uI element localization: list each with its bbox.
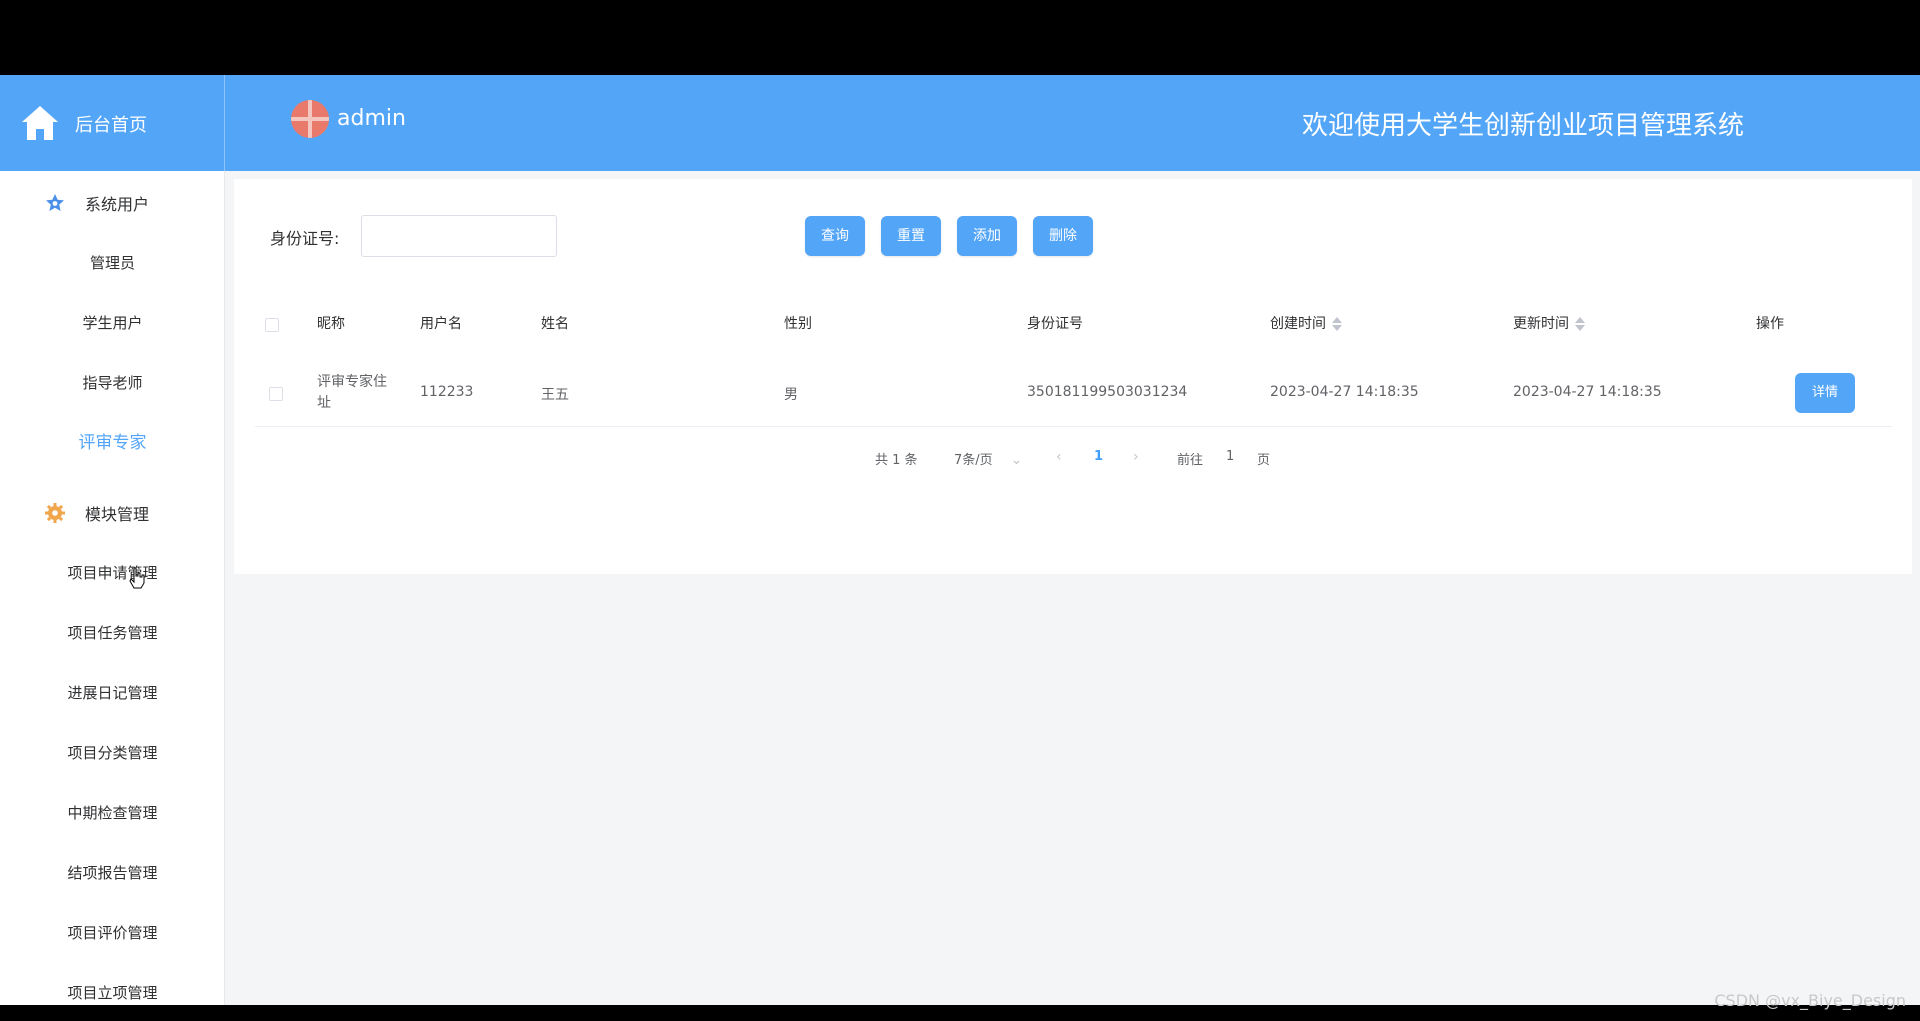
pagination-total: 共 1 条 bbox=[875, 453, 918, 468]
cell-username: 112233 bbox=[420, 384, 474, 400]
admin-username[interactable]: admin bbox=[337, 106, 406, 131]
next-page-icon[interactable]: › bbox=[1133, 449, 1139, 465]
avatar-image bbox=[291, 100, 329, 138]
sidebar-item-midterm-check[interactable]: 中期检查管理 bbox=[0, 783, 225, 843]
column-header-updated[interactable]: 更新时间 bbox=[1513, 289, 1585, 359]
cell-updated: 2023-04-27 14:18:35 bbox=[1513, 384, 1662, 400]
query-button[interactable]: 查询 bbox=[805, 216, 865, 256]
sidebar-item-project-evaluation[interactable]: 项目评价管理 bbox=[0, 903, 225, 963]
search-label: 身份证号: bbox=[270, 229, 340, 248]
sidebar-item-project-approval[interactable]: 项目立项管理 bbox=[0, 963, 225, 1005]
id-number-search-input[interactable] bbox=[361, 215, 557, 257]
cell-name: 王五 bbox=[541, 387, 569, 403]
content-panel: 身份证号: 查询 重置 添加 删除 昵称 用户名 姓名 性别 身份证号 创建时间… bbox=[234, 179, 1912, 574]
hand-cursor-icon bbox=[129, 567, 145, 589]
page-suffix: 页 bbox=[1257, 453, 1271, 468]
system-title: 欢迎使用大学生创新创业项目管理系统 bbox=[1301, 111, 1744, 141]
sidebar-item-students[interactable]: 学生用户 bbox=[0, 293, 225, 353]
sort-icon[interactable] bbox=[1575, 316, 1585, 332]
star-icon bbox=[46, 194, 64, 211]
cell-gender: 男 bbox=[784, 387, 798, 403]
page-size-select[interactable]: 7条/页 ⌄ bbox=[954, 449, 1022, 468]
goto-page-input[interactable]: 1 bbox=[1226, 449, 1234, 464]
home-label: 后台首页 bbox=[75, 115, 147, 136]
sort-icon[interactable] bbox=[1332, 316, 1342, 332]
reset-button[interactable]: 重置 bbox=[881, 216, 941, 256]
cell-nickname-line: 评审专家住 bbox=[317, 374, 387, 390]
sidebar-item-admin[interactable]: 管理员 bbox=[0, 233, 225, 293]
page-size-value: 7条/页 bbox=[954, 453, 993, 468]
table-row: 评审专家住 址 112233 王五 男 350181199503031234 2… bbox=[255, 359, 1892, 427]
cell-created: 2023-04-27 14:18:35 bbox=[1270, 384, 1419, 400]
goto-label: 前往 bbox=[1177, 453, 1204, 468]
menu-group-system-users[interactable]: 系统用户 bbox=[0, 171, 225, 231]
watermark: CSDN @vx_Biye_Design bbox=[1714, 991, 1906, 1010]
row-checkbox[interactable] bbox=[269, 387, 283, 401]
home-link[interactable]: 后台首页 bbox=[0, 75, 225, 171]
delete-button[interactable]: 删除 bbox=[1033, 216, 1093, 256]
cell-nickname: 评审专家住 址 bbox=[317, 372, 387, 414]
select-all-checkbox[interactable] bbox=[265, 318, 279, 332]
column-header-gender: 性别 bbox=[784, 316, 812, 332]
top-black-bar bbox=[0, 0, 1920, 75]
column-header-username: 用户名 bbox=[420, 316, 462, 332]
prev-page-icon[interactable]: ‹ bbox=[1056, 449, 1062, 465]
sidebar: 系统用户 管理员 学生用户 指导老师 评审专家 模块管理 项目申请管理 项目任务… bbox=[0, 171, 225, 1005]
sidebar-item-project-tasks[interactable]: 项目任务管理 bbox=[0, 603, 225, 663]
avatar[interactable] bbox=[291, 100, 329, 138]
bottom-black-bar bbox=[0, 1005, 1920, 1021]
cell-id-number: 350181199503031234 bbox=[1027, 384, 1188, 400]
sidebar-item-project-category[interactable]: 项目分类管理 bbox=[0, 723, 225, 783]
detail-button[interactable]: 详情 bbox=[1795, 373, 1855, 413]
column-header-created[interactable]: 创建时间 bbox=[1270, 289, 1342, 359]
header: 后台首页 admin 欢迎使用大学生创新创业项目管理系统 bbox=[0, 75, 1920, 171]
cell-nickname-line: 址 bbox=[317, 395, 331, 411]
home-icon bbox=[22, 106, 58, 140]
column-header-label: 更新时间 bbox=[1513, 316, 1569, 332]
menu-group-label: 系统用户 bbox=[85, 195, 150, 214]
column-header-id-number: 身份证号 bbox=[1027, 316, 1083, 332]
sidebar-item-progress-diary[interactable]: 进展日记管理 bbox=[0, 663, 225, 723]
chevron-down-icon: ⌄ bbox=[1010, 452, 1023, 468]
app: 后台首页 admin 欢迎使用大学生创新创业项目管理系统 系统用户 管理员 学生… bbox=[0, 75, 1920, 1005]
sidebar-item-experts[interactable]: 评审专家 bbox=[0, 413, 225, 473]
sidebar-item-project-apply[interactable]: 项目申请管理 bbox=[0, 543, 225, 603]
sidebar-item-final-report[interactable]: 结项报告管理 bbox=[0, 843, 225, 903]
current-page[interactable]: 1 bbox=[1094, 449, 1103, 464]
column-header-actions: 操作 bbox=[1756, 316, 1784, 332]
sidebar-item-teachers[interactable]: 指导老师 bbox=[0, 353, 225, 413]
gear-icon bbox=[45, 503, 65, 523]
column-header-label: 创建时间 bbox=[1270, 316, 1326, 332]
column-header-name: 姓名 bbox=[541, 316, 569, 332]
add-button[interactable]: 添加 bbox=[957, 216, 1017, 256]
menu-group-label: 模块管理 bbox=[85, 505, 150, 524]
menu-group-modules[interactable]: 模块管理 bbox=[0, 481, 225, 541]
column-header-nickname: 昵称 bbox=[317, 316, 345, 332]
